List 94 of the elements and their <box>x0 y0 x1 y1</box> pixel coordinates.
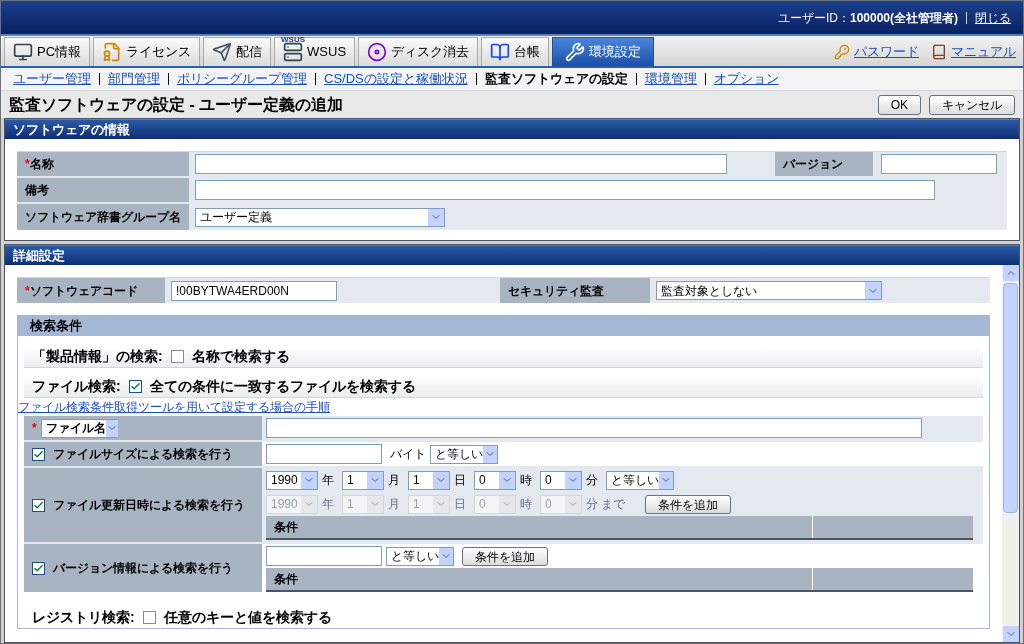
comparison-dropdown[interactable]: と等しい <box>606 470 674 490</box>
security-audit-label: セキュリティ監査 <box>500 278 650 303</box>
comparison-dropdown[interactable]: と等しい <box>430 444 498 464</box>
nav-tab[interactable]: WSUS WSUS <box>274 37 356 66</box>
date-unit: 年 <box>322 496 334 513</box>
key-icon <box>834 43 850 60</box>
cancel-button[interactable]: キャンセル <box>929 94 1015 115</box>
checkbox-label: 任意のキーと値を検索する <box>163 607 332 627</box>
wrench-icon <box>565 42 586 62</box>
checkbox[interactable] <box>142 610 156 624</box>
nav-tab[interactable]: ライセンス <box>93 37 201 66</box>
date-dropdown[interactable]: 1990 <box>266 470 318 490</box>
table-header-cell: 条件 <box>266 516 813 538</box>
nav-tab[interactable]: 配信 <box>203 37 272 66</box>
nav-tab[interactable]: PC情報 <box>4 37 91 66</box>
date-unit: 時 <box>520 472 532 489</box>
checkbox-label: 全ての条件に一致するファイルを検索する <box>149 377 416 396</box>
conditions-header: 検索条件 <box>18 316 989 336</box>
computer-icon <box>13 42 33 62</box>
ok-button[interactable]: OK <box>877 94 921 115</box>
checkbox-label: 名称で検索する <box>191 347 290 366</box>
date-unit: 日 <box>454 472 466 489</box>
software-code-field[interactable]: !00BYTWA4ERD00N <box>171 280 337 301</box>
checkbox[interactable] <box>170 350 184 363</box>
disc-icon <box>367 42 388 62</box>
add-condition-button[interactable]: 条件を追加 <box>462 547 548 566</box>
manual-link[interactable]: マニュアル <box>931 41 1016 62</box>
subnav-link[interactable]: 部門管理 <box>108 69 160 89</box>
date-dropdown[interactable]: 1 <box>342 470 384 490</box>
scrollbar[interactable] <box>1002 265 1019 642</box>
close-link[interactable]: 閉じる <box>975 8 1011 27</box>
checkbox[interactable] <box>32 561 45 575</box>
user-id-label: ユーザーID：100000(全社管理者) <box>777 9 958 27</box>
date-dropdown[interactable]: 0 <box>474 470 516 490</box>
date-unit: 月 <box>388 496 400 513</box>
check-icon <box>33 562 44 574</box>
product-search-label: 「製品情報」の検索: <box>32 347 163 366</box>
subnav-link[interactable]: CS/DSの設定と稼働状況 <box>324 69 468 89</box>
version-field[interactable] <box>881 154 997 174</box>
page-title: 監査ソフトウェアの設定 - ユーザー定義の追加 <box>9 94 345 115</box>
date-dropdown[interactable]: 1 <box>408 470 450 490</box>
filename-dropdown[interactable]: ファイル名 <box>40 418 117 438</box>
help-link[interactable]: ファイル検索条件取得ツールを用いて設定する場合の手順 <box>18 398 983 416</box>
name-label: *名称 <box>17 152 189 176</box>
subnav-link[interactable]: ユーザー管理 <box>13 69 91 89</box>
checkbox[interactable] <box>128 380 142 393</box>
checkbox[interactable] <box>32 447 45 461</box>
subnav-link[interactable]: ポリシーグループ管理 <box>177 69 307 89</box>
group-label: ソフトウェア辞書グループ名 <box>17 204 189 230</box>
check-icon <box>33 499 44 511</box>
file-search-label: ファイル検索: <box>32 377 121 396</box>
check-icon <box>129 381 141 392</box>
nav-tab[interactable]: 台帳 <box>481 37 550 66</box>
date-unit: 分 <box>586 472 598 489</box>
check-icon <box>33 448 44 460</box>
subnav-link[interactable]: オプション <box>713 69 779 89</box>
date-unit: 日 <box>454 496 466 513</box>
security-audit-dropdown[interactable]: 監査対象としない <box>656 281 882 300</box>
version-label: バージョン <box>775 152 873 176</box>
remarks-label: 備考 <box>17 178 189 202</box>
book-icon <box>490 42 511 62</box>
nav-tab[interactable]: ディスク消去 <box>358 37 479 66</box>
send-icon <box>212 42 233 62</box>
section-header: ソフトウェアの情報 <box>5 119 1019 139</box>
date-unit: 時 <box>520 496 532 513</box>
wsus-label: WSUS <box>281 36 306 44</box>
date-dropdown[interactable]: 0 <box>540 470 582 490</box>
checkbox[interactable] <box>32 498 45 512</box>
section-header: 詳細設定 <box>5 245 1019 265</box>
registry-search-label: レジストリ検索: <box>32 607 135 627</box>
add-condition-button[interactable]: 条件を追加 <box>645 494 732 514</box>
certificate-icon <box>102 42 123 62</box>
subnav-link[interactable]: 環境管理 <box>644 69 697 89</box>
date-unit: 月 <box>388 472 400 489</box>
nav-tab[interactable]: 環境設定 <box>552 37 655 66</box>
subnav-link[interactable]: 監査ソフトウェアの設定 <box>484 69 628 89</box>
software-code-label: *ソフトウェアコード <box>17 278 165 303</box>
version-value-field[interactable] <box>266 546 382 566</box>
server-icon <box>283 42 304 62</box>
file-size-field[interactable] <box>266 444 382 464</box>
name-field[interactable] <box>195 154 727 174</box>
required-mark: * <box>32 420 37 437</box>
file-date-label: ファイル更新日時による検索を行う <box>53 497 245 514</box>
table-header-cell: 条件 <box>266 568 813 590</box>
group-dropdown[interactable]: ユーザー定義 <box>195 207 445 227</box>
byte-unit: バイト <box>390 446 426 463</box>
remarks-field[interactable] <box>195 180 935 200</box>
comparison-dropdown[interactable]: と等しい <box>386 546 454 566</box>
filename-field[interactable] <box>266 418 922 438</box>
version-search-label: バージョン情報による検索を行う <box>53 560 233 577</box>
file-size-label: ファイルサイズによる検索を行う <box>53 446 233 463</box>
book-icon <box>931 43 947 60</box>
date-unit: 年 <box>322 472 334 489</box>
date-unit: 分 まで <box>586 496 626 513</box>
